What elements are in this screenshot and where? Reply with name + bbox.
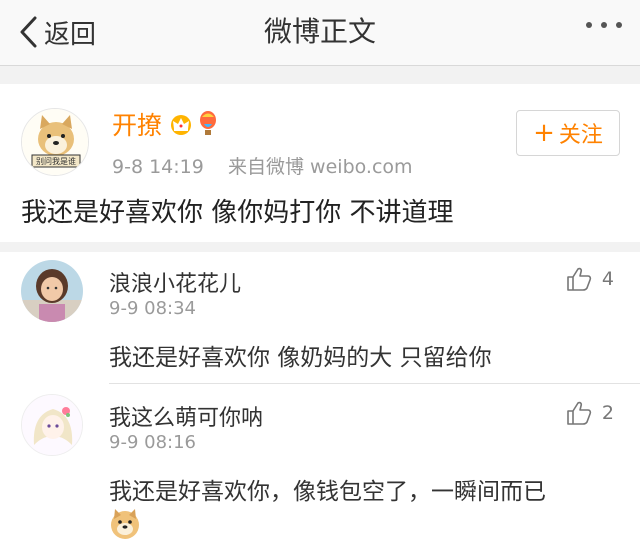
post-meta: 9-8 14:19 来自微博 weibo.com <box>112 152 413 179</box>
post-source: 来自微博 weibo.com <box>228 156 413 178</box>
like-count: 4 <box>601 268 614 290</box>
plus-icon: + <box>533 118 555 148</box>
post-card: 别问我是谁 开撩 9-8 14:19 来自微博 weibo.com + 关注 我… <box>0 84 640 242</box>
comment-item[interactable]: 我这么萌可你呐 9-9 08:16 2 我还是好喜欢你，像钱包空了，一瞬间而已 <box>0 384 640 558</box>
dot-icon <box>616 22 622 28</box>
like-button[interactable]: 2 <box>566 400 614 426</box>
comment-time: 9-9 08:34 <box>109 298 196 319</box>
post-text: 我还是好喜欢你 像你妈打你 不讲道理 <box>21 198 454 228</box>
post-avatar[interactable]: 别问我是谁 <box>21 108 89 176</box>
crown-icon <box>171 115 192 135</box>
more-options-button[interactable] <box>586 22 622 28</box>
comment-text: 我还是好喜欢你 像奶妈的大 只留给你 <box>109 345 492 371</box>
page-title: 微博正文 <box>263 15 376 48</box>
comment-avatar[interactable] <box>21 394 83 456</box>
comment-item[interactable]: 浪浪小花花儿 9-9 08:34 4 我还是好喜欢你 像奶妈的大 只留给你 <box>0 252 640 384</box>
thumbs-up-icon <box>567 401 592 425</box>
follow-button[interactable]: + 关注 <box>516 110 620 156</box>
follow-label: 关注 <box>558 123 603 148</box>
balloon-icon <box>200 111 217 135</box>
dot-icon <box>601 22 607 28</box>
comment-time: 9-9 08:16 <box>109 432 196 453</box>
like-count: 2 <box>601 402 614 424</box>
doge-avatar-icon: 别问我是谁 <box>22 109 88 175</box>
like-button[interactable]: 4 <box>566 266 614 292</box>
anime-girl-avatar-icon <box>22 395 82 455</box>
avatar-sign-text: 别问我是谁 <box>36 156 76 166</box>
comment-avatar[interactable] <box>21 260 83 322</box>
dot-icon <box>586 22 592 28</box>
comment-author[interactable]: 浪浪小花花儿 <box>109 266 241 298</box>
girl-avatar-icon <box>21 260 83 322</box>
comment-author[interactable]: 我这么萌可你呐 <box>109 400 263 432</box>
post-user: 开撩 <box>112 106 218 142</box>
comment-list: 浪浪小花花儿 9-9 08:34 4 我还是好喜欢你 像奶妈的大 只留给你 我这… <box>0 252 640 558</box>
thumbs-up-icon <box>567 267 592 291</box>
comment-text: 我还是好喜欢你，像钱包空了，一瞬间而已 <box>109 479 546 505</box>
nav-bar: 返回 微博正文 <box>0 0 640 66</box>
post-user-name[interactable]: 开撩 <box>112 106 162 142</box>
post-time: 9-8 14:19 <box>112 156 204 178</box>
doge-emoji-icon <box>111 509 139 539</box>
